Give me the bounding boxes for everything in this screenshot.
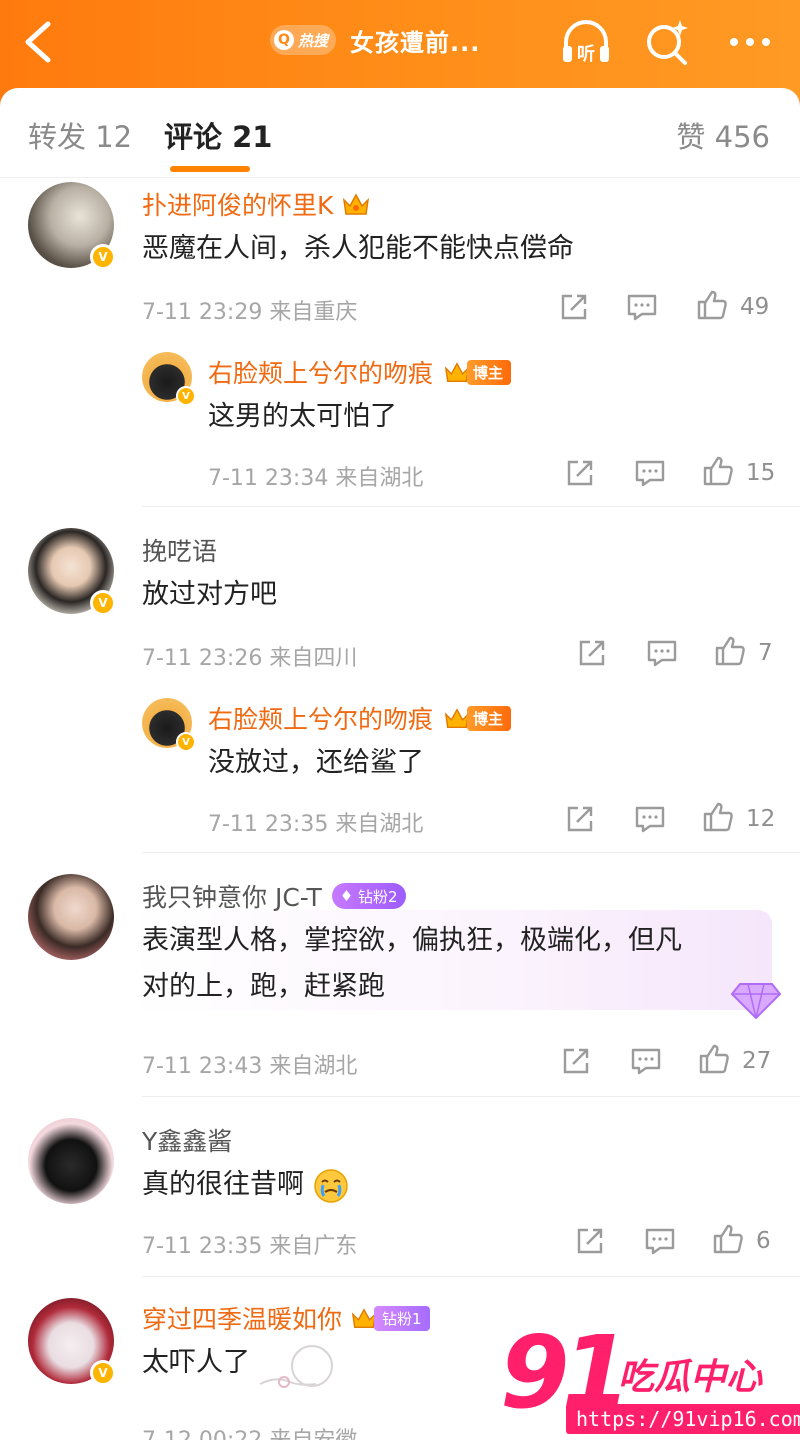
- hot-search-badge: Q 热搜: [270, 25, 337, 55]
- avatar[interactable]: V: [28, 528, 116, 616]
- comment-meta: 7-11 23:34 来自湖北: [208, 466, 424, 491]
- page-title: 女孩遭前...: [350, 28, 481, 57]
- divider: [142, 1276, 800, 1277]
- title-area[interactable]: Q 热搜 女孩遭前...: [270, 18, 480, 62]
- avatar[interactable]: V: [28, 1298, 116, 1386]
- comment-meta: 7-11 23:29 来自重庆: [142, 300, 358, 325]
- verified-badge-icon: V: [90, 244, 116, 270]
- decor-sticker-icon: [259, 1345, 333, 1388]
- like-count: 27: [742, 1048, 772, 1074]
- share-icon[interactable]: [558, 291, 590, 323]
- like-count: 6: [756, 1228, 771, 1254]
- like-thumb-icon[interactable]: [702, 455, 734, 487]
- reply-icon[interactable]: [630, 1045, 662, 1077]
- like-thumb-icon[interactable]: [702, 801, 734, 833]
- like-thumb-icon[interactable]: [712, 1223, 744, 1255]
- diamond-fan-label: 钻粉1: [374, 1305, 430, 1331]
- comment-text-line1: 表演型人格，掌控欲，偏执狂，极端化，但凡: [142, 925, 682, 956]
- commenter-name[interactable]: 右脸颊上兮尔的吻痕 博主: [208, 700, 512, 736]
- search-sparkle-icon[interactable]: [640, 14, 696, 70]
- verified-badge-icon: V: [90, 1360, 116, 1386]
- reply-icon[interactable]: [646, 637, 678, 669]
- avatar[interactable]: V: [142, 698, 196, 752]
- comment-text: 没放过，还给鲨了: [208, 747, 424, 778]
- divider: [142, 852, 800, 853]
- site-watermark: 91 吃瓜中心 https://91vip16.com: [500, 1314, 800, 1440]
- more-options-icon[interactable]: [722, 14, 778, 70]
- hot-search-label: 热搜: [298, 31, 329, 50]
- share-icon[interactable]: [576, 637, 608, 669]
- blogger-tag-label: 博主: [467, 705, 512, 731]
- tab-repost[interactable]: 转发 12: [28, 114, 132, 156]
- share-icon[interactable]: [564, 803, 596, 835]
- tab-likes[interactable]: 赞 456: [676, 114, 770, 156]
- commenter-name[interactable]: 扑进阿俊的怀里K: [142, 186, 371, 222]
- share-icon[interactable]: [574, 1225, 606, 1257]
- active-tab-indicator: [170, 166, 250, 172]
- comment-meta: 7-11 23:35 来自湖北: [208, 812, 424, 837]
- share-icon[interactable]: [564, 457, 596, 489]
- verified-badge-icon: V: [90, 590, 116, 616]
- blogger-tag: 博主: [443, 359, 512, 385]
- comment-meta: 7-11 23:43 来自湖北: [142, 1054, 358, 1079]
- tab-comment[interactable]: 评论 21: [164, 114, 272, 156]
- comment-text: 这男的太可怕了: [208, 401, 397, 432]
- commenter-name[interactable]: 穿过四季温暖如你 钻粉1: [142, 1300, 430, 1336]
- back-arrow-icon[interactable]: [18, 16, 58, 68]
- listen-label: 听: [577, 43, 595, 65]
- verified-badge-icon: V: [176, 732, 196, 752]
- avatar[interactable]: [28, 1118, 114, 1204]
- commenter-name[interactable]: Y鑫鑫酱: [142, 1122, 232, 1158]
- top-bar: Q 热搜 女孩遭前... 听: [0, 0, 800, 100]
- share-icon[interactable]: [560, 1045, 592, 1077]
- diamond-icon: [730, 983, 782, 1020]
- like-thumb-icon[interactable]: [696, 289, 728, 321]
- headphones-listen-icon[interactable]: 听: [558, 14, 614, 70]
- blogger-tag-label: 博主: [467, 359, 512, 385]
- divider: [142, 506, 800, 507]
- like-count: 12: [746, 806, 776, 832]
- like-count: 15: [746, 460, 776, 486]
- crying-emoji-icon: [313, 1168, 348, 1203]
- verified-badge-icon: V: [176, 386, 196, 406]
- diamond-fan-label: 钻粉2: [358, 887, 398, 906]
- comments-sheet: 转发 12 评论 21 赞 456 V 扑进阿俊的怀里K 恶魔在人间，杀人犯能不…: [0, 88, 800, 1440]
- comment-meta: 7-11 23:35 来自广东: [142, 1234, 358, 1259]
- comment-text-body: 真的很往昔啊: [142, 1169, 304, 1200]
- avatar[interactable]: [28, 874, 114, 960]
- reply-icon[interactable]: [634, 457, 666, 489]
- comment-text: 真的很往昔啊: [142, 1162, 349, 1208]
- commenter-name[interactable]: 我只钟意你 JC-T ♦ 钻粉2: [142, 878, 406, 914]
- comment-text: 太吓人了: [142, 1347, 250, 1378]
- avatar[interactable]: V: [28, 182, 116, 270]
- watermark-brand: 吃瓜中心: [618, 1357, 763, 1398]
- like-count: 49: [740, 294, 770, 320]
- reply-icon[interactable]: [644, 1225, 676, 1257]
- diamond-fan-tag: ♦ 钻粉2: [331, 883, 406, 909]
- like-thumb-icon[interactable]: [698, 1043, 730, 1075]
- watermark-url: https://91vip16.com: [566, 1404, 800, 1434]
- comment-meta: 7-12 00:22 来自安徽: [142, 1422, 357, 1440]
- diamond-fan-tag: 钻粉1: [350, 1305, 430, 1331]
- crown-badge-icon: [343, 193, 370, 215]
- like-thumb-icon[interactable]: [714, 635, 746, 667]
- comment-meta: 7-11 23:26 来自四川: [142, 646, 358, 671]
- like-count: 7: [758, 640, 773, 666]
- commenter-name[interactable]: 右脸颊上兮尔的吻痕 博主: [208, 354, 512, 390]
- blogger-tag: 博主: [443, 705, 512, 731]
- tab-bar: 转发 12 评论 21 赞 456: [0, 88, 800, 178]
- divider: [142, 1096, 800, 1097]
- commenter-name[interactable]: 挽呓语: [142, 532, 217, 568]
- search-icon: Q: [274, 30, 294, 50]
- reply-icon[interactable]: [634, 803, 666, 835]
- reply-icon[interactable]: [626, 291, 658, 323]
- comment-text: 恶魔在人间，杀人犯能不能快点偿命: [142, 233, 574, 264]
- comment-text: 放过对方吧: [142, 579, 277, 610]
- comment-text-line2: 对的上，跑，赶紧跑: [142, 971, 385, 1002]
- avatar[interactable]: V: [142, 352, 196, 406]
